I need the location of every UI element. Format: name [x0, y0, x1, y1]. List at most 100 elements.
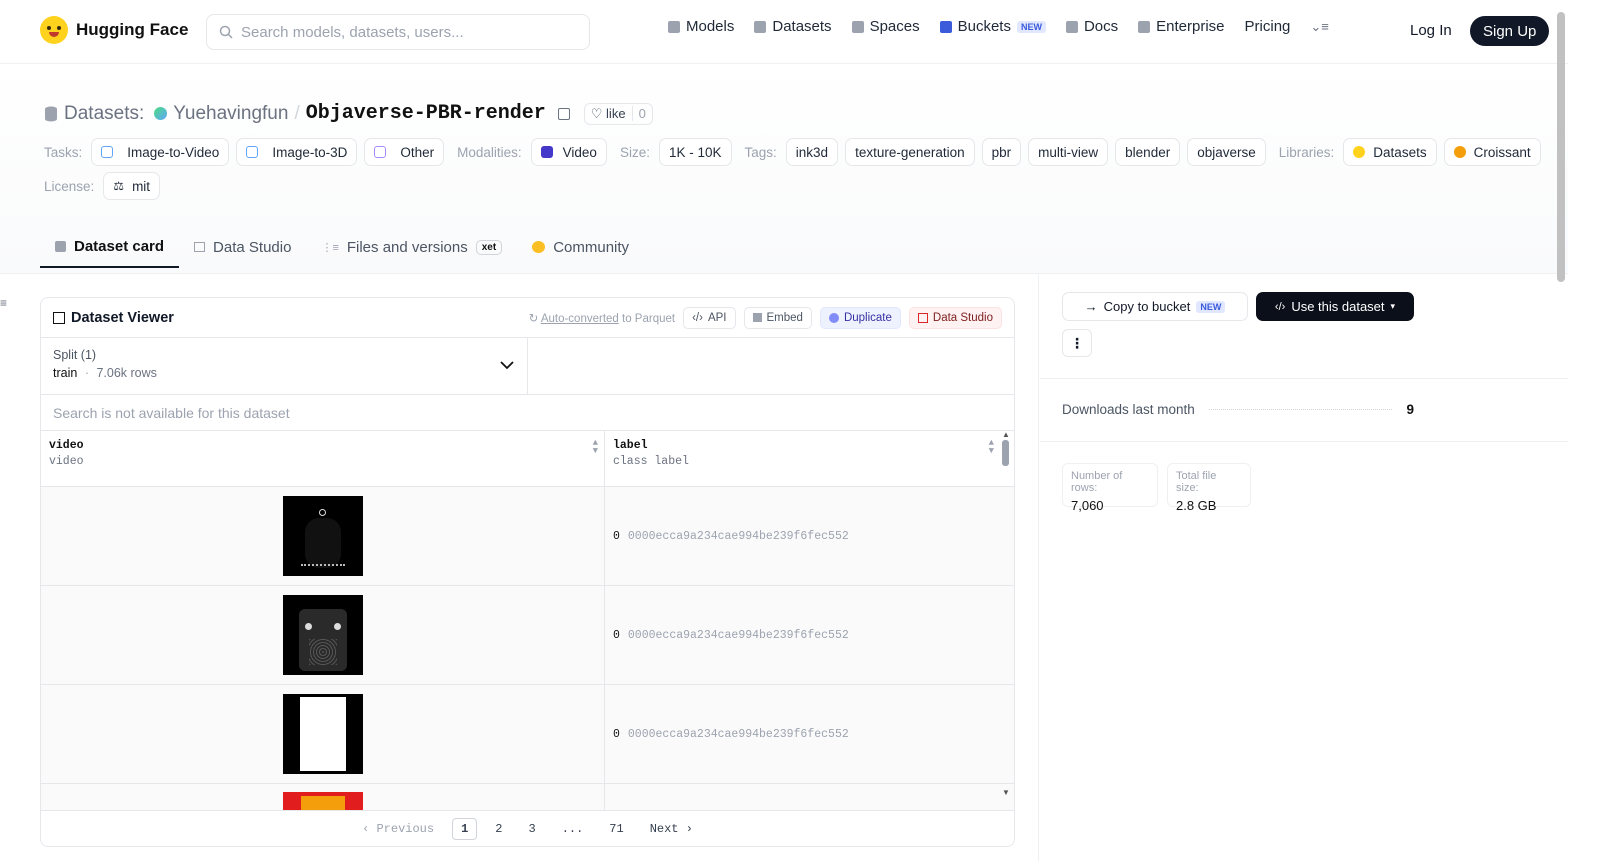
page-scrollbar[interactable] — [1555, 0, 1568, 861]
previous-page-button[interactable]: ‹ Previous — [354, 819, 442, 839]
auto-converted-link[interactable]: Auto-converted — [541, 313, 619, 325]
login-link[interactable]: Log In — [1410, 22, 1452, 39]
scroll-down-arrow-icon[interactable]: ▼ — [1002, 788, 1010, 797]
api-button[interactable]: ‹/› API — [683, 306, 736, 329]
repo-name[interactable]: Objaverse-PBR-render — [306, 102, 546, 125]
sort-icon[interactable]: ▲ ▼ — [989, 439, 994, 456]
community-icon — [532, 241, 546, 253]
dataset-viewer: Dataset Viewer ↻ Auto-converted to Parqu… — [40, 297, 1015, 847]
tab-dataset-card[interactable]: Dataset card — [40, 226, 180, 268]
size-stat-label: Total file size: — [1176, 470, 1217, 494]
nav-datasets[interactable]: Datasets — [754, 18, 832, 35]
tasks-label: Tasks: — [44, 144, 83, 160]
size-chip[interactable]: 1K - 10K — [658, 138, 732, 166]
nav-enterprise[interactable]: Enterprise — [1138, 18, 1225, 35]
scroll-thumb[interactable] — [1002, 440, 1009, 466]
repo-kind-link[interactable]: Datasets: — [64, 103, 144, 125]
nav-docs[interactable]: Docs — [1065, 18, 1119, 35]
modality-chip-video[interactable]: Video — [530, 138, 607, 166]
sort-icon[interactable]: ▲ ▼ — [593, 439, 598, 456]
tag-chip[interactable]: texture-generation — [845, 138, 975, 166]
tag-row-1: Tasks: Image-to-Video Image-to-3D Other … — [44, 138, 1541, 166]
video-thumbnail[interactable] — [282, 694, 363, 774]
tab-label: Community — [553, 238, 630, 256]
database-icon — [45, 106, 57, 121]
task-chip-other[interactable]: Other — [364, 138, 445, 166]
sidebar-separator — [1040, 441, 1568, 442]
page-ellipsis: ... — [561, 821, 584, 836]
license-chip[interactable]: ⚖ mit — [103, 172, 161, 200]
page-button[interactable]: 3 — [520, 819, 543, 839]
page-scroll-thumb[interactable] — [1557, 12, 1565, 282]
data-studio-button[interactable]: Data Studio — [908, 306, 1002, 329]
viewer-search-disabled: Search is not available for this dataset — [41, 395, 1014, 431]
table-row: 0 0000ecca9a234cae994be239f6fec552 — [41, 685, 1014, 784]
tag-chip[interactable]: ink3d — [785, 138, 839, 166]
tag-chip[interactable]: pbr — [981, 138, 1022, 166]
column-type: class label — [613, 455, 689, 468]
split-selector[interactable]: Split (1) train · 7.06k rows — [41, 338, 528, 394]
xet-badge: xet — [475, 239, 503, 255]
copy-icon[interactable] — [557, 107, 570, 120]
tag-chip[interactable]: multi-view — [1028, 138, 1109, 166]
owner-avatar — [154, 107, 168, 120]
brand-link[interactable]: Hugging Face — [40, 16, 188, 44]
use-dataset-button[interactable]: ‹/› Use this dataset ▾ — [1256, 292, 1414, 321]
video-thumbnail[interactable] — [282, 595, 363, 675]
scroll-up-arrow-icon[interactable]: ▲ — [1002, 430, 1010, 439]
files-icon: ⋮≡ — [321, 241, 339, 254]
task-icon — [246, 146, 259, 158]
license-label: License: — [44, 178, 95, 194]
nav-more-menu[interactable]: ⌄≡ — [1310, 19, 1328, 35]
viewer-title-text: Dataset Viewer — [71, 309, 174, 326]
video-thumbnail[interactable] — [282, 496, 363, 576]
task-chip-image-to-3d[interactable]: Image-to-3D — [236, 138, 358, 166]
page-button[interactable]: 1 — [452, 817, 478, 840]
size-stat-value: 2.8 GB — [1176, 498, 1217, 513]
nav-spaces[interactable]: Spaces — [851, 18, 920, 35]
more-options-button[interactable]: ⋮ — [1062, 329, 1092, 357]
tag-chip[interactable]: objaverse — [1187, 138, 1266, 166]
nav-docs-label: Docs — [1083, 18, 1119, 35]
like-text: like — [606, 105, 626, 121]
to-parquet-text: to Parquet — [622, 312, 676, 325]
rows-stat-value: 7,060 — [1071, 498, 1104, 513]
tab-files[interactable]: ⋮≡ Files and versions xet — [306, 226, 517, 268]
repo-owner-link[interactable]: Yuehavingfun — [173, 103, 288, 125]
page-button[interactable]: 2 — [487, 819, 510, 839]
tag-row-2: License: ⚖ mit — [44, 172, 161, 200]
signup-button[interactable]: Sign Up — [1470, 16, 1550, 46]
task-chip-image-to-video[interactable]: Image-to-Video — [91, 138, 230, 166]
duplicate-icon — [828, 312, 839, 323]
page-button[interactable]: 71 — [601, 819, 631, 839]
search-input[interactable]: Search models, datasets, users... — [206, 14, 590, 50]
nav-models[interactable]: Models — [668, 18, 734, 35]
nav-pricing[interactable]: Pricing — [1245, 18, 1291, 35]
column-header-video[interactable]: video video ▲ ▼ — [41, 431, 605, 486]
label-cell: 0 0000ecca9a234cae994be239f6fec552 — [605, 586, 1014, 684]
embed-button[interactable]: Embed — [743, 306, 812, 329]
viewer-header: Dataset Viewer ↻ Auto-converted to Parqu… — [41, 298, 1014, 338]
table-icon — [53, 311, 65, 324]
tag-chip[interactable]: blender — [1115, 138, 1181, 166]
library-chip-label: Datasets — [1373, 144, 1427, 160]
column-header-label[interactable]: label class label ▲ ▼ — [605, 431, 1014, 486]
sidebar-toggle-icon[interactable]: ≡ — [0, 296, 7, 310]
library-chip-datasets[interactable]: Datasets — [1343, 138, 1437, 166]
data-studio-label: Data Studio — [932, 311, 993, 324]
nav-buckets[interactable]: Buckets NEW — [939, 18, 1046, 35]
embed-icon — [752, 313, 762, 322]
tab-community[interactable]: Community — [517, 226, 644, 268]
license-chip-label: mit — [132, 178, 151, 194]
next-page-button[interactable]: Next › — [642, 819, 701, 839]
viewer-scrollbar[interactable]: ▲ ▼ — [1002, 430, 1010, 838]
copy-to-bucket-button[interactable]: → Copy to bucket NEW — [1062, 292, 1248, 321]
column-name: label — [613, 439, 648, 452]
tab-label: Data Studio — [213, 238, 292, 256]
tab-data-studio[interactable]: Data Studio — [179, 226, 306, 268]
duplicate-button[interactable]: Duplicate — [819, 306, 901, 329]
library-chip-croissant[interactable]: Croissant — [1443, 138, 1541, 166]
tags-label: Tags: — [744, 144, 777, 160]
label-name: 0000ecca9a234cae994be239f6fec552 — [627, 628, 849, 642]
like-button[interactable]: ♡ like 0 — [583, 102, 653, 125]
